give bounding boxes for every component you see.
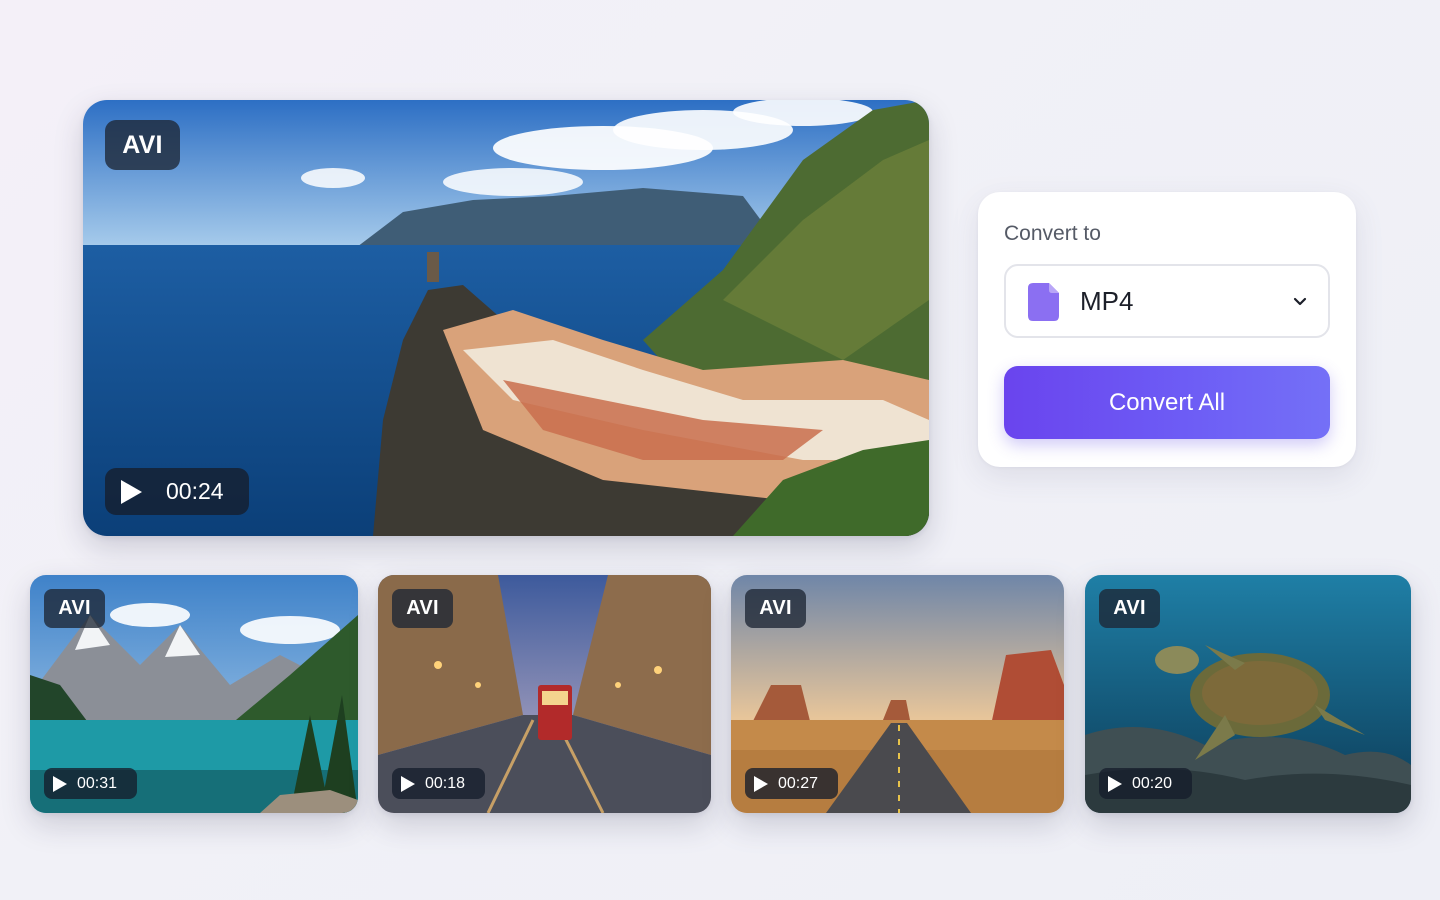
duration-badge[interactable]: 00:24 [105, 468, 249, 515]
duration-text: 00:18 [425, 774, 466, 792]
convert-to-label: Convert to [1004, 222, 1101, 245]
format-badge: AVI [392, 589, 453, 628]
format-select[interactable]: MP4 [1004, 264, 1330, 338]
duration-text: 00:27 [778, 774, 819, 792]
duration-text: 00:20 [1132, 774, 1173, 792]
video-card[interactable]: AVI 00:31 [30, 575, 358, 813]
play-icon[interactable] [53, 775, 67, 792]
chevron-down-icon [1293, 297, 1307, 306]
duration-badge[interactable]: 00:18 [392, 768, 485, 799]
file-icon [1028, 283, 1059, 321]
format-badge: AVI [105, 120, 180, 170]
play-icon[interactable] [121, 479, 142, 504]
play-icon[interactable] [1108, 775, 1122, 792]
format-badge: AVI [44, 589, 105, 628]
duration-badge[interactable]: 00:27 [745, 768, 838, 799]
hero-video-card[interactable]: AVI 00:24 [83, 100, 929, 536]
play-icon[interactable] [401, 775, 415, 792]
video-card[interactable]: AVI 00:18 [378, 575, 711, 813]
duration-badge[interactable]: 00:20 [1099, 768, 1192, 799]
convert-all-button[interactable]: Convert All [1004, 366, 1330, 439]
video-card[interactable]: AVI 00:20 [1085, 575, 1411, 813]
video-card[interactable]: AVI 00:27 [731, 575, 1064, 813]
duration-badge[interactable]: 00:31 [44, 768, 137, 799]
duration-text: 00:24 [166, 478, 224, 504]
selected-format: MP4 [1080, 285, 1134, 316]
format-badge: AVI [745, 589, 806, 628]
convert-panel: Convert to MP4 Convert All [978, 192, 1356, 467]
duration-text: 00:31 [77, 774, 118, 792]
play-icon[interactable] [754, 775, 768, 792]
format-badge: AVI [1099, 589, 1160, 628]
